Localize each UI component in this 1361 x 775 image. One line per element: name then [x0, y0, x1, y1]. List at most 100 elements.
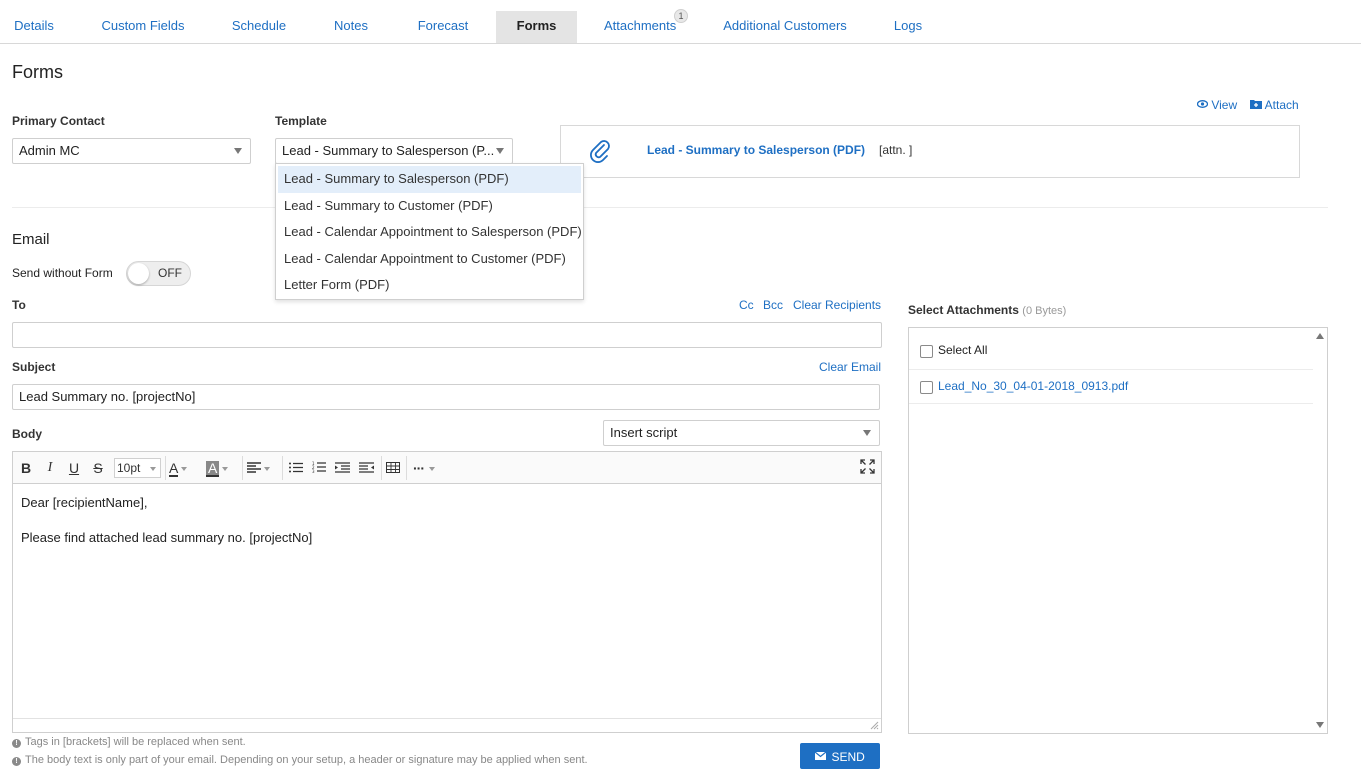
template-select[interactable]: Lead - Summary to Salesperson (P...	[275, 138, 513, 164]
template-option[interactable]: Lead - Calendar Appointment to Customer …	[278, 246, 581, 273]
clear-email-link[interactable]: Clear Email	[819, 360, 881, 374]
indent-icon[interactable]	[334, 459, 350, 477]
tab-custom-fields[interactable]: Custom Fields	[100, 11, 186, 43]
file-checkbox[interactable]	[920, 381, 933, 394]
tab-logs[interactable]: Logs	[888, 11, 928, 43]
template-option[interactable]: Lead - Summary to Salesperson (PDF)	[278, 166, 581, 193]
template-value: Lead - Summary to Salesperson (P...	[282, 143, 495, 158]
body-editor: B I U S 10pt A A 123 ··· Dear [recipient…	[12, 451, 882, 733]
folder-plus-icon	[1250, 100, 1262, 109]
cc-link[interactable]: Cc	[739, 298, 754, 312]
font-size-value: 10pt	[117, 461, 141, 475]
primary-contact-value: Admin MC	[19, 143, 80, 158]
text-color-button[interactable]: A	[169, 459, 199, 477]
attach-button[interactable]: Attach	[1250, 98, 1299, 112]
template-option[interactable]: Lead - Calendar Appointment to Salespers…	[278, 219, 582, 246]
outdent-icon[interactable]	[358, 459, 374, 477]
primary-contact-select[interactable]: Admin MC	[12, 138, 251, 164]
file-link[interactable]: Lead_No_30_04-01-2018_0913.pdf	[938, 379, 1128, 393]
toggle-state: OFF	[158, 266, 182, 280]
info-icon: !	[12, 739, 21, 748]
more-options-icon[interactable]: ···	[413, 459, 443, 477]
tab-bar: Details Custom Fields Schedule Notes For…	[0, 0, 1361, 44]
info-icon: !	[12, 757, 21, 766]
send-label: SEND	[831, 750, 865, 764]
chevron-down-icon	[264, 467, 270, 472]
list-item[interactable]: Lead_No_30_04-01-2018_0913.pdf	[909, 370, 1313, 404]
tab-attachments[interactable]: Attachments 1	[604, 9, 688, 43]
chevron-down-icon	[234, 148, 242, 154]
tab-forecast[interactable]: Forecast	[415, 11, 471, 43]
editor-toolbar: B I U S 10pt A A 123 ···	[13, 452, 881, 484]
select-all-row[interactable]: Select All	[909, 332, 1313, 370]
attachments-count-badge: 1	[674, 9, 688, 23]
select-attachments-title: Select Attachments	[908, 303, 1019, 317]
bcc-link[interactable]: Bcc	[763, 298, 783, 312]
attached-form-attn: [attn. ]	[879, 143, 913, 157]
email-heading: Email	[12, 231, 50, 248]
send-without-form-toggle[interactable]: OFF	[126, 261, 191, 286]
table-icon[interactable]	[385, 459, 401, 477]
select-all-checkbox[interactable]	[920, 345, 933, 358]
bold-icon[interactable]: B	[19, 459, 33, 477]
scroll-down-icon[interactable]	[1316, 722, 1324, 728]
body-note-text: The body text is only part of your email…	[25, 754, 588, 766]
bullet-list-icon[interactable]	[288, 459, 304, 477]
resize-handle-icon[interactable]	[870, 721, 879, 730]
editor-statusbar	[13, 718, 881, 732]
toolbar-separator	[242, 456, 243, 480]
underline-icon[interactable]: U	[67, 459, 81, 477]
attachments-size: (0 Bytes)	[1022, 305, 1067, 317]
align-button[interactable]	[247, 459, 277, 477]
attached-form-box: Lead - Summary to Salesperson (PDF) [att…	[560, 125, 1300, 178]
select-attachments-label: Select Attachments (0 Bytes)	[908, 303, 1066, 317]
tab-forms[interactable]: Forms	[496, 11, 577, 43]
subject-input[interactable]: Lead Summary no. [projectNo]	[12, 384, 880, 410]
tab-additional-customers[interactable]: Additional Customers	[722, 11, 848, 43]
toolbar-separator	[282, 456, 283, 480]
page-title: Forms	[12, 62, 63, 82]
tab-details[interactable]: Details	[10, 11, 58, 43]
select-all-label: Select All	[938, 343, 988, 357]
highlight-color-icon: A	[206, 460, 220, 477]
attach-label: Attach	[1264, 98, 1299, 112]
font-size-select[interactable]: 10pt	[114, 458, 161, 478]
tags-note-text: Tags in [brackets] will be replaced when…	[25, 736, 246, 748]
template-option[interactable]: Letter Form (PDF)	[278, 272, 581, 299]
view-button[interactable]: View	[1196, 98, 1238, 112]
clear-recipients-link[interactable]: Clear Recipients	[793, 298, 881, 312]
toolbar-separator	[381, 456, 382, 480]
insert-script-value: Insert script	[610, 425, 678, 440]
envelope-icon	[814, 751, 827, 760]
chevron-down-icon	[496, 148, 504, 154]
chevron-down-icon	[150, 467, 156, 471]
attachments-list: Select All Lead_No_30_04-01-2018_0913.pd…	[908, 327, 1328, 734]
fullscreen-icon[interactable]	[859, 459, 875, 477]
template-option[interactable]: Lead - Summary to Customer (PDF)	[278, 193, 581, 220]
body-line: Please find attached lead summary no. [p…	[21, 530, 313, 545]
attached-form-link[interactable]: Lead - Summary to Salesperson (PDF)	[647, 143, 865, 157]
tab-schedule[interactable]: Schedule	[228, 11, 290, 43]
toggle-knob	[128, 263, 149, 284]
to-input[interactable]	[12, 322, 882, 348]
text-color-icon: A	[169, 460, 179, 477]
highlight-color-button[interactable]: A	[206, 459, 238, 477]
send-button[interactable]: SEND	[800, 743, 880, 769]
scroll-up-icon[interactable]	[1316, 333, 1324, 339]
body-note: ! The body text is only part of your emai…	[12, 754, 588, 766]
tab-notes[interactable]: Notes	[330, 11, 372, 43]
svg-text:3: 3	[312, 469, 315, 473]
strikethrough-icon[interactable]: S	[91, 459, 105, 477]
insert-script-select[interactable]: Insert script	[603, 420, 880, 446]
editor-content[interactable]: Dear [recipientName], Please find attach…	[21, 494, 312, 546]
align-left-icon	[247, 462, 261, 473]
toolbar-separator	[165, 456, 166, 480]
template-dropdown: Lead - Summary to Salesperson (PDF) Lead…	[275, 163, 584, 300]
primary-contact-label: Primary Contact	[12, 114, 105, 128]
view-label: View	[1211, 98, 1238, 112]
send-without-form-label: Send without Form	[12, 266, 113, 280]
paperclip-icon	[590, 140, 610, 163]
tags-note: ! Tags in [brackets] will be replaced whe…	[12, 736, 246, 748]
italic-icon[interactable]: I	[43, 459, 57, 477]
numbered-list-icon[interactable]: 123	[311, 459, 327, 477]
